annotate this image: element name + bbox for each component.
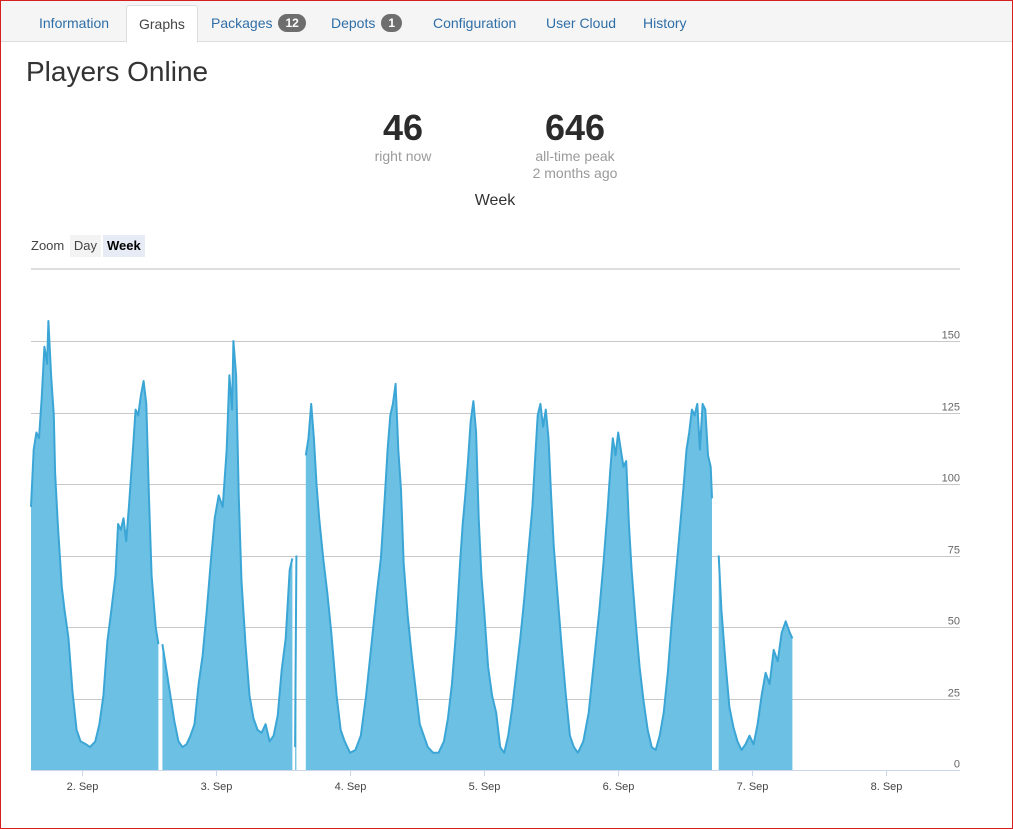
peak-players-stat: 646 all-time peak 2 months ago (515, 108, 635, 182)
tab-graphs[interactable]: Graphs (126, 5, 198, 43)
x-tick-label: 2. Sep (67, 781, 99, 793)
tab-configuration[interactable]: Configuration (421, 5, 528, 43)
current-players-stat: 46 right now (353, 108, 453, 165)
chart-title: Week (474, 192, 516, 209)
players-chart: 0 25 50 75 100 125 150 2. Sep 3. Sep 4. Sep 5. Sep… (30, 268, 960, 793)
y-tick-label: 50 (948, 616, 960, 628)
players-area (31, 321, 159, 770)
count-badge: 12 (278, 14, 306, 32)
players-line (304, 382, 713, 754)
y-tick-label: 150 (942, 330, 960, 342)
tab-label: History (643, 15, 687, 31)
players-area (305, 383, 712, 770)
x-tick-label: 8. Sep (871, 781, 903, 793)
y-tick-label: 25 (948, 688, 960, 700)
peak-players-label: all-time peak (535, 148, 615, 164)
tab-history[interactable]: History (631, 5, 699, 43)
tab-bar: Information Graphs Packages 12 Depots 1 Co… (1, 1, 1012, 43)
x-tick-label: 4. Sep (335, 781, 367, 793)
y-tick-label: 75 (948, 545, 960, 557)
tab-packages[interactable]: Packages 12 (199, 5, 318, 43)
y-tick-label: 125 (942, 402, 960, 414)
x-tick-label: 6. Sep (603, 781, 635, 793)
tab-label: Information (39, 15, 110, 31)
current-players-value: 46 (382, 107, 424, 148)
tab-label: Packages (211, 15, 273, 31)
tab-label: User Cloud (546, 15, 617, 31)
zoom-week-button[interactable]: Week (102, 235, 145, 257)
x-tick-label: 3. Sep (201, 781, 233, 793)
peak-players-time: 2 months ago (532, 165, 618, 181)
tab-depots[interactable]: Depots 1 (319, 5, 414, 43)
y-tick-label: 100 (942, 473, 960, 485)
zoom-label: Zoom (31, 238, 65, 253)
x-tick-label: 7. Sep (737, 781, 769, 793)
tab-label: Depots (331, 15, 376, 31)
x-tick-label: 5. Sep (469, 781, 501, 793)
current-players-label: right now (374, 148, 432, 164)
zoom-selector: Zoom Day Week (31, 235, 145, 257)
y-tick-label: 0 (954, 759, 960, 771)
page-title: Players Online (26, 56, 209, 87)
peak-players-value: 646 (544, 107, 606, 148)
count-badge: 1 (381, 14, 403, 32)
tab-user-cloud[interactable]: User Cloud (534, 5, 628, 43)
tab-label: Graphs (139, 16, 185, 32)
players-line (294, 555, 298, 748)
tab-label: Configuration (433, 15, 517, 31)
zoom-day-button[interactable]: Day (69, 235, 101, 257)
tab-information[interactable]: Information (27, 5, 121, 43)
